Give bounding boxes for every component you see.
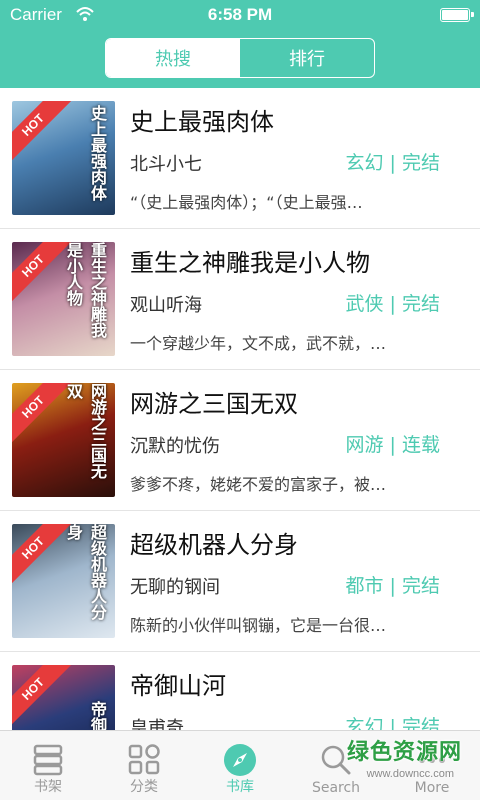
tab-library[interactable]: 书库 <box>192 731 288 800</box>
top-bar: Carrier 6:58 PM 热搜 排行 <box>0 0 480 88</box>
book-row[interactable]: HOT 帝御山河 帝御山河 皇甫奇 玄幻 | 完结 <box>0 652 480 730</box>
book-description: “（史上最强肉体）；“（史上最强… <box>130 193 363 212</box>
book-author: 沉默的忧伤 <box>130 436 220 457</box>
cover-title-art: 超级机器人分身 <box>64 524 107 620</box>
book-row[interactable]: HOT 史上最强肉体 史上最强肉体 北斗小七 玄幻 | 完结 “（史上最强肉体）… <box>0 88 480 229</box>
status-time: 6:58 PM <box>207 5 273 24</box>
book-description: 爹爹不疼，姥姥不爱的富家子，被… <box>130 475 387 494</box>
tab-label: 书架 <box>34 779 62 795</box>
category-grid-icon <box>128 744 160 775</box>
book-cover: HOT 超级机器人分身 <box>12 524 115 638</box>
book-title: 网游之三国无双 <box>130 390 298 418</box>
book-title: 超级机器人分身 <box>130 531 298 559</box>
book-category-status: 玄幻 | 完结 <box>345 716 440 730</box>
book-description: 陈新的小伙伴叫钢镚，它是一台很… <box>130 616 387 635</box>
tab-category[interactable]: 分类 <box>96 731 192 800</box>
watermark: 绿色资源网 www.downcc.com <box>312 734 462 792</box>
book-category-status: 网游 | 连载 <box>345 434 440 456</box>
tab-bookshelf[interactable]: 书架 <box>0 731 96 800</box>
book-title: 史上最强肉体 <box>130 108 274 136</box>
book-row[interactable]: HOT 网游之三国无双 网游之三国无双 沉默的忧伤 网游 | 连载 爹爹不疼，姥… <box>0 370 480 511</box>
watermark-title: 绿色资源网 <box>346 740 462 765</box>
segmented-control: 热搜 排行 <box>105 38 375 78</box>
book-cover: HOT 重生之神雕我是小人物 <box>12 242 115 356</box>
cover-title-art: 网游之三国无双 <box>64 383 107 479</box>
book-row[interactable]: HOT 超级机器人分身 超级机器人分身 无聊的钢间 都市 | 完结 陈新的小伙伴… <box>0 511 480 652</box>
status-bar: Carrier 6:58 PM <box>0 0 480 30</box>
hot-badge: HOT <box>12 665 72 728</box>
book-author: 皇甫奇 <box>130 718 184 730</box>
watermark-url: www.downcc.com <box>366 768 454 780</box>
book-category-status: 武侠 | 完结 <box>345 293 440 315</box>
book-row[interactable]: HOT 重生之神雕我是小人物 重生之神雕我是小人物 观山听海 武侠 | 完结 一… <box>0 229 480 370</box>
hot-badge: HOT <box>12 101 72 164</box>
book-cover: HOT 网游之三国无双 <box>12 383 115 497</box>
book-title: 帝御山河 <box>130 672 226 700</box>
compass-icon <box>224 744 256 776</box>
cover-title-art: 重生之神雕我是小人物 <box>64 242 107 338</box>
book-cover: HOT 史上最强肉体 <box>12 101 115 215</box>
book-title: 重生之神雕我是小人物 <box>130 249 370 277</box>
segment-ranking[interactable]: 排行 <box>240 39 374 77</box>
book-author: 无聊的钢间 <box>130 577 220 598</box>
book-category-status: 玄幻 | 完结 <box>345 152 440 174</box>
battery-icon <box>440 8 474 22</box>
book-category-status: 都市 | 完结 <box>345 575 440 597</box>
book-author: 观山听海 <box>130 295 202 316</box>
cover-title-art: 帝御山河 <box>85 701 109 730</box>
cover-title-art: 史上最强肉体 <box>88 105 107 201</box>
tab-bar: 书架 分类 书库 Search More 绿色资源网 www.downcc.co… <box>0 730 480 800</box>
book-description: 一个穿越少年，文不成，武不就，… <box>130 334 387 353</box>
tab-label: 分类 <box>130 779 158 795</box>
tab-label: 书库 <box>226 779 254 795</box>
bookshelf-icon <box>33 744 63 776</box>
book-author: 北斗小七 <box>130 154 202 175</box>
book-list: HOT 史上最强肉体 史上最强肉体 北斗小七 玄幻 | 完结 “（史上最强肉体）… <box>0 88 480 730</box>
book-cover: HOT 帝御山河 <box>12 665 115 730</box>
segment-hot-search[interactable]: 热搜 <box>106 39 240 77</box>
